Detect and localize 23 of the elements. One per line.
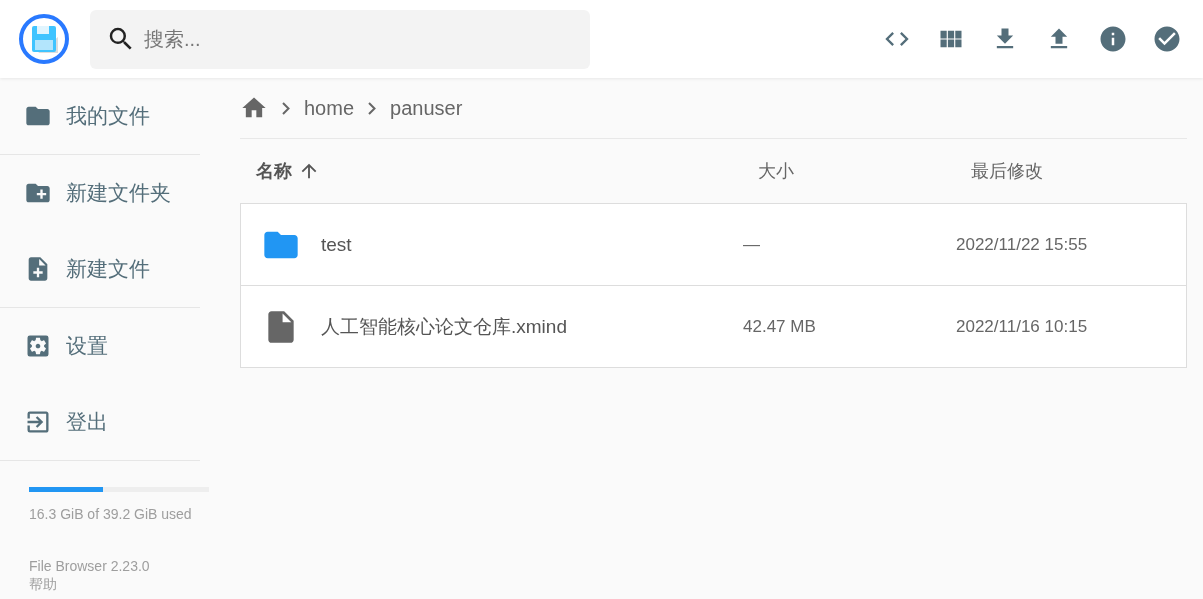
floppy-logo	[18, 13, 70, 65]
modified-date: 2022/11/16 10:15	[956, 316, 1089, 337]
sidebar-item[interactable]: 设置	[0, 308, 200, 384]
storage-usage: 16.3 GiB of 39.2 GiB used	[29, 506, 193, 522]
file-name[interactable]: test	[321, 233, 743, 256]
breadcrumb-link[interactable]: home	[304, 96, 355, 120]
file-size: 42.47 MB	[743, 316, 817, 337]
chevron-icon	[282, 101, 290, 115]
column-header[interactable]: 大小	[758, 159, 971, 183]
info-icon	[1098, 24, 1128, 54]
chevron-icon	[368, 101, 377, 115]
file-size: —	[743, 234, 761, 255]
version-text: File Browser 2.23.0	[29, 558, 151, 574]
file-name[interactable]: 人工智能核心论文仓库.xmind	[321, 313, 743, 340]
column-header[interactable]: 最后修改	[971, 159, 1187, 183]
sidebar-item[interactable]: 登出	[0, 384, 200, 460]
sidebar-item[interactable]: 新建文件夹	[0, 155, 200, 231]
search-field[interactable]: 搜索...	[90, 9, 590, 69]
column-header[interactable]: 名称	[256, 159, 758, 183]
sidebar-item[interactable]: 我的文件	[0, 78, 200, 154]
breadcrumb-link[interactable]: panuser	[390, 96, 463, 120]
sidebar-item[interactable]: 新建文件	[0, 231, 200, 307]
modified-date: 2022/11/22 15:55	[956, 234, 1089, 255]
